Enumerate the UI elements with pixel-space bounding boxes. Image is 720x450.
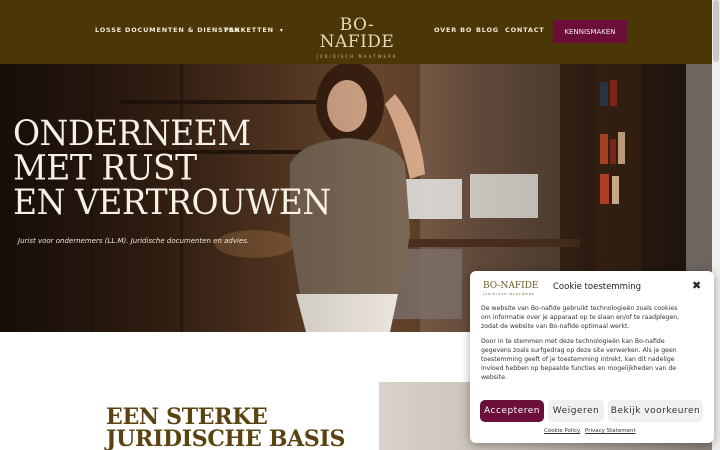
logo-tagline: JURIDISCH MAATWERK [316,54,398,59]
deny-button[interactable]: Weigeren [548,400,604,422]
nav-link-contact[interactable]: CONTACT [505,26,545,34]
cookie-paragraph: Door in te stemmen met deze technologieë… [481,338,677,381]
scrollbar-thumb[interactable] [713,0,719,62]
hero-title-line: MET RUST [13,147,197,188]
cookie-consent-dialog: BO-NAFIDE JURIDISCH MAATWERK Cookie toes… [470,271,714,443]
nav-link-over-bo[interactable]: OVER BO [434,26,472,34]
logo-wordmark: BO-NAFIDE [319,15,395,52]
section-heading-line: JURIDISCHE BASIS [106,426,346,450]
site-logo[interactable]: BO-NAFIDE JURIDISCH MAATWERK [310,15,404,60]
chevron-down-icon: ▾ [279,27,284,34]
cookie-logo-tagline: JURIDISCH MAATWERK [483,292,535,296]
cookie-description: De website van Bo-nafide gebruikt techno… [481,305,681,382]
kennismaken-button[interactable]: KENNISMAKEN [553,20,627,43]
view-preferences-button[interactable]: Bekijk voorkeuren [608,400,703,422]
hero-title: ONDERNEEM MET RUST EN VERTROUWEN [13,116,331,220]
hero-subtitle: Jurist voor ondernemers (LL.M). Juridisc… [18,237,250,245]
nav-link-losse-documenten[interactable]: LOSSE DOCUMENTEN & DIENSTEN [95,26,240,34]
hero-title-line: ONDERNEEM [13,112,251,154]
site-header: LOSSE DOCUMENTEN & DIENSTEN PAKKETTEN ▾ B… [0,0,712,64]
cookie-paragraph: De website van Bo-nafide gebruikt techno… [481,305,680,330]
page: LOSSE DOCUMENTEN & DIENSTEN PAKKETTEN ▾ B… [0,0,720,450]
nav-link-pakketten-label: PAKKETTEN [224,26,274,34]
section-heading-line: EEN STERKE [106,404,268,430]
cookie-logo: BO-NAFIDE JURIDISCH MAATWERK [483,281,539,296]
privacy-statement-link[interactable]: Privacy Statement [585,428,636,434]
accept-button[interactable]: Accepteren [480,400,544,422]
cookie-logo-wordmark: BO-NAFIDE [483,281,539,291]
section-heading: EEN STERKE JURIDISCHE BASIS [106,406,345,450]
close-icon[interactable]: ✖ [692,280,701,291]
cookie-title: Cookie toestemming [553,282,642,292]
nav-link-blog[interactable]: BLOG [476,26,499,34]
hero-title-line: EN VERTROUWEN [13,181,331,223]
cookie-policy-link[interactable]: Cookie Policy [544,428,580,434]
nav-link-pakketten[interactable]: PAKKETTEN ▾ [224,26,284,34]
